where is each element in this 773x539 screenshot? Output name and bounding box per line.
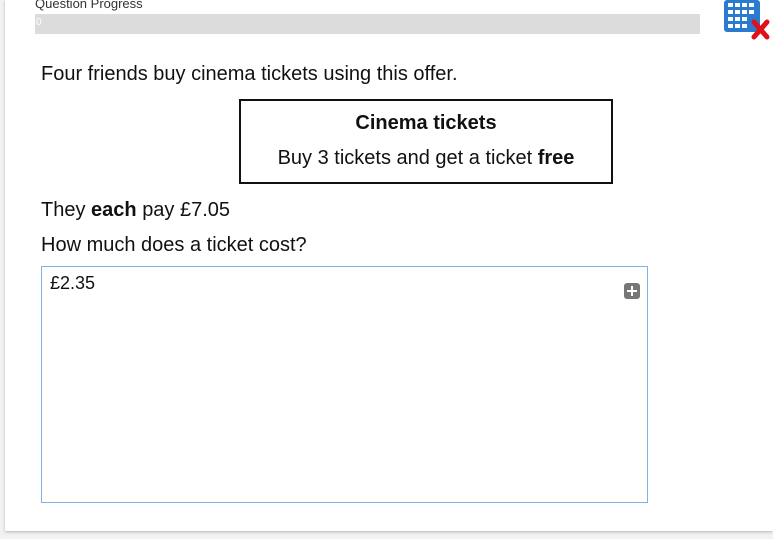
progress-label: Question Progress (35, 0, 143, 11)
offer-line: Buy 3 tickets and get a ticket free (241, 147, 611, 170)
pay-statement: They each pay £7.05 (41, 199, 230, 222)
offer-emphasis: free (537, 147, 575, 169)
pay-prefix: They (41, 199, 86, 221)
question-prompt: How much does a ticket cost? (41, 234, 307, 256)
plus-icon[interactable] (624, 283, 640, 299)
question-card: Question Progress 0 Four friends buy cin… (5, 0, 773, 531)
answer-value[interactable]: £2.35 (50, 273, 95, 294)
progress-value: 0 (36, 17, 42, 28)
pay-emphasis: each (91, 199, 137, 221)
offer-box: Cinema tickets Buy 3 tickets and get a t… (239, 99, 613, 184)
question-intro: Four friends buy cinema tickets using th… (41, 63, 458, 85)
pay-suffix: pay £7.05 (142, 199, 231, 221)
offer-title: Cinema tickets (355, 112, 497, 134)
progress-bar: 0 (35, 14, 700, 34)
answer-input[interactable]: £2.35 (41, 266, 648, 503)
offer-text: Buy 3 tickets and get a ticket (277, 147, 533, 169)
calculator-disabled-icon[interactable] (722, 0, 772, 42)
